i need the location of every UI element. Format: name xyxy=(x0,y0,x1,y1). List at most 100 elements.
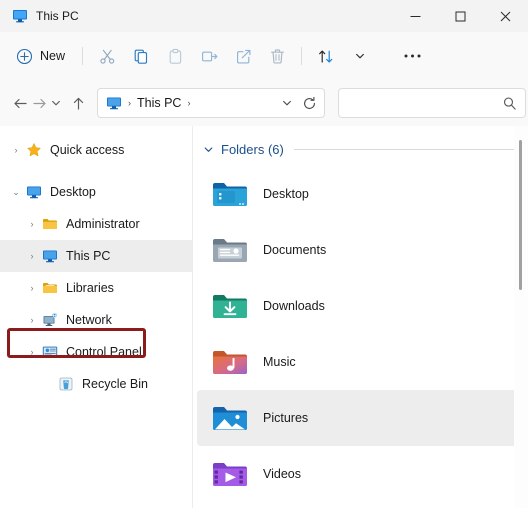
folder-desktop-icon xyxy=(209,173,251,215)
sidebar-item-label: Recycle Bin xyxy=(82,377,148,391)
chevron-down-icon xyxy=(354,50,366,62)
folders-group-header[interactable]: Folders (6) xyxy=(193,136,528,162)
address-dropdown-button[interactable] xyxy=(276,90,298,116)
folders-group-label: Folders (6) xyxy=(221,141,284,157)
file-explorer-window: This PC New › This PC › › Quick access ⌄… xyxy=(0,0,528,508)
navigation-pane: › Quick access ⌄ Desktop › Administrator… xyxy=(0,126,192,508)
chevron-right-icon[interactable]: › xyxy=(22,304,42,336)
folder-yellow-icon xyxy=(42,216,58,232)
more-options-button[interactable] xyxy=(395,40,429,72)
folder-downloads-icon xyxy=(209,285,251,327)
share-icon xyxy=(235,48,252,65)
content-pane: Folders (6) Desktop Documents Downloads … xyxy=(193,126,528,508)
chevron-down-icon[interactable] xyxy=(203,144,214,155)
folder-music-icon xyxy=(209,341,251,383)
rename-button[interactable] xyxy=(192,40,226,72)
rename-icon xyxy=(201,48,218,65)
refresh-button[interactable] xyxy=(298,90,320,116)
folder-row-desktop[interactable]: Desktop xyxy=(197,166,518,222)
sort-dropdown[interactable] xyxy=(343,40,377,72)
sidebar-item-recycle-bin[interactable]: Recycle Bin xyxy=(0,368,192,400)
folder-videos-icon xyxy=(209,453,251,495)
paste-button[interactable] xyxy=(158,40,192,72)
close-button[interactable] xyxy=(483,0,528,32)
network-icon xyxy=(42,312,58,328)
search-box[interactable] xyxy=(338,88,526,118)
folder-label: Videos xyxy=(263,467,301,481)
sidebar-item-control-panel[interactable]: › Control Panel xyxy=(0,336,192,368)
up-button[interactable] xyxy=(70,89,87,117)
breadcrumb-separator-1: › xyxy=(128,98,131,108)
monitor-icon xyxy=(26,184,42,200)
folder-pictures-icon xyxy=(209,397,251,439)
sidebar-item-network[interactable]: › Network xyxy=(0,304,192,336)
group-header-rule xyxy=(293,148,514,150)
address-bar[interactable]: › This PC › xyxy=(97,88,325,118)
sidebar-item-this-pc[interactable]: › This PC xyxy=(0,240,192,272)
plus-circle-icon xyxy=(16,48,33,65)
recent-locations-button[interactable] xyxy=(50,89,62,117)
sidebar-item-desktop[interactable]: ⌄ Desktop xyxy=(0,176,192,208)
copy-icon xyxy=(133,48,150,65)
scrollbar-thumb[interactable] xyxy=(519,140,522,290)
folder-label: Desktop xyxy=(263,187,309,201)
toolbar-separator-2 xyxy=(301,47,303,65)
sidebar-item-label: Administrator xyxy=(66,217,140,231)
back-button[interactable] xyxy=(12,89,29,117)
vertical-scrollbar[interactable] xyxy=(514,126,528,508)
chevron-right-icon[interactable]: › xyxy=(22,240,42,272)
folder-row-pictures[interactable]: Pictures xyxy=(197,390,518,446)
folder-row-videos[interactable]: Videos xyxy=(197,446,518,502)
copy-button[interactable] xyxy=(124,40,158,72)
folder-row-music[interactable]: Music xyxy=(197,334,518,390)
new-button[interactable]: New xyxy=(10,40,75,72)
sort-arrows-icon xyxy=(317,48,335,65)
chevron-right-icon[interactable]: › xyxy=(6,134,26,166)
chevron-right-icon[interactable]: › xyxy=(22,336,42,368)
chevron-right-icon[interactable]: › xyxy=(22,208,42,240)
forward-button[interactable] xyxy=(31,89,48,117)
new-button-label: New xyxy=(40,49,66,63)
window-title: This PC xyxy=(36,9,79,23)
scissors-icon xyxy=(99,48,116,65)
control-panel-icon xyxy=(42,344,58,360)
sidebar-item-administrator[interactable]: › Administrator xyxy=(0,208,192,240)
search-input[interactable] xyxy=(347,96,502,110)
explorer-body: › Quick access ⌄ Desktop › Administrator… xyxy=(0,126,528,508)
breadcrumb-separator-2[interactable]: › xyxy=(187,98,190,108)
this-pc-monitor-icon xyxy=(106,95,122,111)
sidebar-item-label: This PC xyxy=(66,249,111,263)
sidebar-item-quick-access[interactable]: › Quick access xyxy=(0,134,192,166)
share-button[interactable] xyxy=(226,40,260,72)
cut-button[interactable] xyxy=(90,40,124,72)
sidebar-item-label: Quick access xyxy=(50,143,125,157)
toolbar-separator-1 xyxy=(82,47,84,65)
maximize-button[interactable] xyxy=(438,0,483,32)
minimize-button[interactable] xyxy=(393,0,438,32)
folder-label: Documents xyxy=(263,243,327,257)
chevron-right-icon[interactable]: › xyxy=(22,272,42,304)
folders-list: Desktop Documents Downloads Music Pictur… xyxy=(193,166,528,502)
folder-row-documents[interactable]: Documents xyxy=(197,222,518,278)
ellipsis-icon xyxy=(403,53,422,59)
chevron-down-icon[interactable]: ⌄ xyxy=(6,176,26,208)
folder-label: Downloads xyxy=(263,299,325,313)
folder-label: Pictures xyxy=(263,411,309,425)
this-pc-monitor-icon xyxy=(12,8,28,24)
sidebar-item-label: Libraries xyxy=(66,281,114,295)
search-icon xyxy=(502,96,517,111)
delete-button[interactable] xyxy=(260,40,294,72)
sidebar-item-libraries[interactable]: › Libraries xyxy=(0,272,192,304)
folder-documents-icon xyxy=(209,229,251,271)
window-controls xyxy=(393,0,528,32)
monitor-icon xyxy=(42,248,58,264)
sidebar-item-label: Desktop xyxy=(50,185,96,199)
trash-icon xyxy=(269,48,286,65)
folder-row-downloads[interactable]: Downloads xyxy=(197,278,518,334)
sidebar-item-label: Control Panel xyxy=(66,345,142,359)
sort-button[interactable] xyxy=(309,40,343,72)
breadcrumb-this-pc[interactable]: This PC xyxy=(137,96,181,110)
folder-yellow-icon xyxy=(42,280,58,296)
recycle-bin-icon xyxy=(58,376,74,392)
command-toolbar: New xyxy=(0,32,528,80)
